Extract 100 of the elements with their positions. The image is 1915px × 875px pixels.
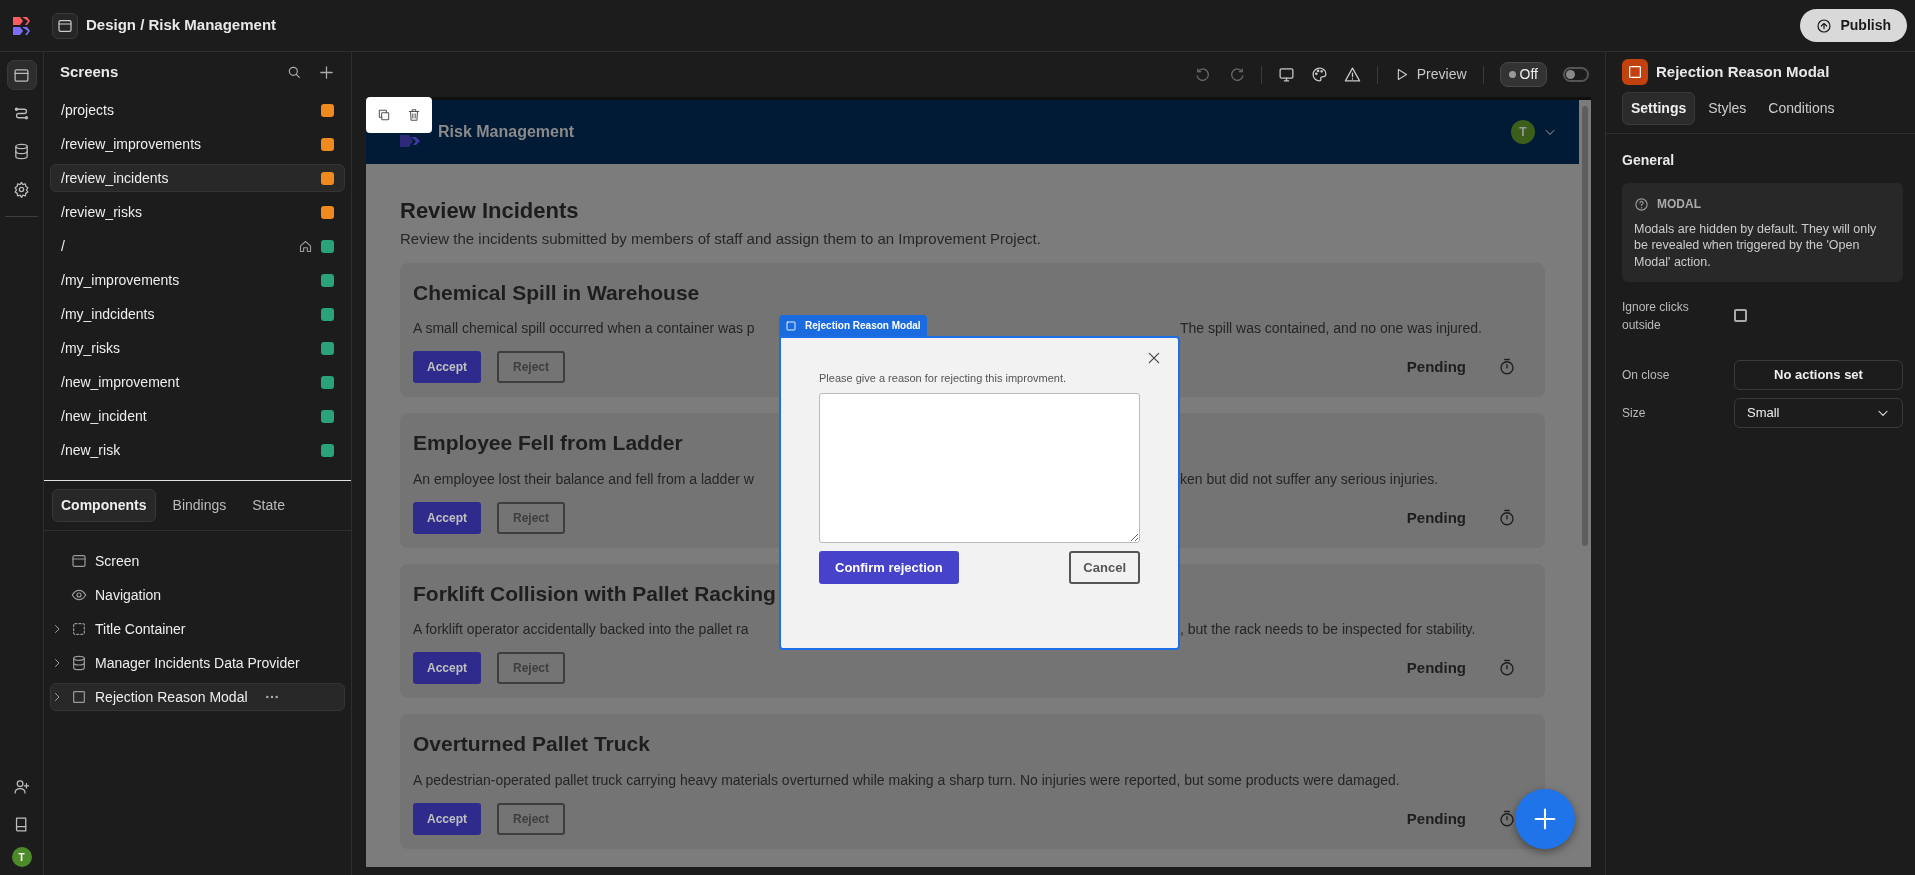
status-label: Pending <box>1406 808 1466 829</box>
page-description: Review the incidents submitted by members of staff and assign them to an Improvement Project. <box>400 229 1042 250</box>
route-item[interactable]: / <box>50 232 345 260</box>
incident-description: A forklift operator accidentally backed into the pallet ra <box>413 620 749 640</box>
component-item[interactable]: Screen <box>50 547 345 575</box>
undo-icon[interactable] <box>1194 66 1212 83</box>
component-item[interactable]: Navigation <box>50 581 345 609</box>
route-item[interactable]: /my_improvements <box>50 266 345 294</box>
confirm-button[interactable]: Confirm rejection <box>819 550 959 584</box>
component-item[interactable]: Title Container <box>50 615 345 643</box>
route-item[interactable]: /new_incident <box>50 402 345 430</box>
size-select[interactable]: Small <box>1734 397 1903 428</box>
incident-title: Forklift Collision with Pallet Racking <box>413 580 777 607</box>
route-item[interactable]: /projects <box>50 96 345 124</box>
route-item[interactable]: /my_indcidents <box>50 300 345 328</box>
field-label: Size <box>1622 404 1647 422</box>
modal-tag[interactable]: Rejection Reason Modal <box>779 315 927 336</box>
preview-button[interactable]: Preview <box>1393 64 1467 85</box>
status-label: Pending <box>1406 507 1466 528</box>
route-item[interactable]: /review_incidents <box>50 164 345 192</box>
field-label: On close <box>1622 366 1671 384</box>
copy-icon[interactable] <box>377 108 391 122</box>
screen-icon <box>71 553 87 569</box>
close-icon[interactable] <box>1146 350 1162 366</box>
layout-button[interactable] <box>52 12 78 39</box>
switch[interactable] <box>1563 67 1589 82</box>
accept-button[interactable]: Accept <box>413 351 481 384</box>
mode-toggle[interactable]: Off <box>1499 62 1547 87</box>
add-icon[interactable] <box>318 63 335 81</box>
upload-icon <box>1816 17 1833 34</box>
incident-description: The spill was contained, and no one was injured. <box>1180 319 1482 339</box>
panel-title: Screens <box>60 61 119 82</box>
palette-icon[interactable] <box>1310 66 1328 83</box>
route-path: /my_risks <box>61 338 122 358</box>
accept-button[interactable]: Accept <box>413 802 481 835</box>
cancel-button[interactable]: Cancel <box>1069 550 1140 584</box>
data-icon <box>13 142 30 160</box>
settings-icon <box>13 180 30 198</box>
timer-icon <box>1498 358 1516 377</box>
route-path: / <box>61 236 66 256</box>
actions-button[interactable]: No actions set <box>1734 359 1903 390</box>
route-item[interactable]: /review_improvements <box>50 130 345 158</box>
component-label: Title Container <box>95 619 186 639</box>
route-item[interactable]: /new_risk <box>50 436 345 464</box>
route-path: /review_improvements <box>61 134 203 154</box>
delete-icon[interactable] <box>407 108 421 122</box>
accept-button[interactable]: Accept <box>413 501 481 534</box>
container-icon <box>71 621 87 637</box>
incident-description: A small chemical spill occurred when a container was p <box>413 319 755 339</box>
component-item[interactable]: Rejection Reason Modal <box>50 683 345 711</box>
field-label: Ignore clicks outside <box>1622 298 1690 334</box>
rail-button[interactable] <box>6 60 37 90</box>
user-avatar[interactable]: T <box>11 847 32 867</box>
reason-input[interactable] <box>819 392 1140 543</box>
panel-tab[interactable]: State <box>243 489 294 522</box>
checkbox[interactable] <box>1734 309 1747 323</box>
breadcrumb[interactable]: Design / Risk Management <box>86 14 277 37</box>
incident-description: ken but did not suffer any serious injuries. <box>1180 469 1439 489</box>
route-path: /review_risks <box>61 202 143 222</box>
panel-tab[interactable]: Components <box>52 489 156 522</box>
publish-button[interactable]: Publish <box>1800 9 1907 42</box>
component-label: Manager Incidents Data Provider <box>95 653 300 673</box>
component-item[interactable]: Manager Incidents Data Provider <box>50 649 345 677</box>
add-user-icon[interactable] <box>13 777 30 795</box>
route-item[interactable]: /review_risks <box>50 198 345 226</box>
status-label: Pending <box>1406 658 1466 679</box>
route-path: /new_improvement <box>61 372 181 392</box>
square-icon <box>1627 64 1643 80</box>
route-item[interactable]: /new_improvement <box>50 368 345 396</box>
monitor-icon[interactable] <box>1277 66 1295 83</box>
section-title: General <box>1622 151 1676 170</box>
screens-icon <box>13 66 30 84</box>
incident-description: An employee lost their balance and fell from a ladder w <box>413 469 754 489</box>
info-text: Modals are hidden by default. They will only be revealed when triggered by the 'Open Modal' action. <box>1634 221 1878 270</box>
logo-icon <box>400 133 422 149</box>
component-label: Navigation <box>95 585 162 605</box>
inspector-title: Rejection Reason Modal <box>1656 61 1830 82</box>
logo-icon[interactable] <box>12 15 32 36</box>
search-icon[interactable] <box>286 64 302 80</box>
square-icon <box>71 689 87 705</box>
inspector-tab[interactable]: Conditions <box>1759 92 1844 125</box>
incident-description: , but the rack needs to be inspected for stability. <box>1180 620 1476 640</box>
incident-title: Chemical Spill in Warehouse <box>413 279 701 306</box>
accept-button[interactable]: Accept <box>413 652 481 685</box>
warning-icon[interactable] <box>1343 66 1361 83</box>
timer-icon <box>1498 508 1516 527</box>
route-path: /projects <box>61 100 115 120</box>
route-path: /my_improvements <box>61 270 181 290</box>
scrollbar[interactable] <box>1582 106 1588 546</box>
timer-icon <box>1498 659 1516 678</box>
page-heading: Review Incidents <box>400 198 580 225</box>
route-path: /new_incident <box>61 406 148 426</box>
panel-tab[interactable]: Bindings <box>163 489 236 522</box>
inspector-tab[interactable]: Settings <box>1622 92 1696 125</box>
inspector-tab[interactable]: Styles <box>1699 92 1756 125</box>
incident-description: A pedestrian-operated pallet truck carrying heavy materials overturned while making a sharp turn. No injuries were reported, but some products were damaged. <box>413 771 1400 788</box>
help-icon <box>1634 196 1649 212</box>
status-label: Pending <box>1406 357 1466 378</box>
route-item[interactable]: /my_risks <box>50 334 345 362</box>
incident-title: Employee Fell from Ladder <box>413 430 684 457</box>
